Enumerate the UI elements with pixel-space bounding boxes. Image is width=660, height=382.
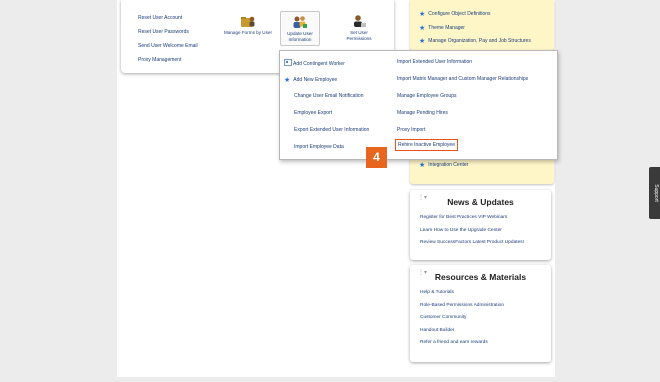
star-icon: ★ xyxy=(419,11,426,18)
configure-object-definitions-link[interactable]: ★ Configure Object Definitions xyxy=(419,10,491,18)
refer-friend-link[interactable]: Refer a friend and earn rewards xyxy=(420,337,551,350)
user-links-list: Reset User Account Reset User Passwords … xyxy=(138,11,198,67)
support-tab[interactable]: Support xyxy=(649,167,660,219)
news-updates-card: ⋮▾ News & Updates Register for Best Prac… xyxy=(410,190,551,260)
proxy-management-link[interactable]: Proxy Management xyxy=(138,53,198,67)
star-icon: ★ xyxy=(419,25,426,32)
update-user-dropdown-menu: Add Contingent Worker ★ Add New Employee … xyxy=(279,50,558,160)
reset-user-passwords-link[interactable]: Reset User Passwords xyxy=(138,25,198,39)
users-update-icon xyxy=(293,16,307,28)
manage-organization-link[interactable]: ★ Manage Organization, Pay and Job Struct… xyxy=(419,37,531,45)
set-user-permissions-label: Set User Permissions xyxy=(346,30,372,41)
set-user-permissions-tile[interactable]: Set User Permissions xyxy=(337,14,381,42)
import-employee-data-item[interactable]: Import Employee Data xyxy=(294,144,344,150)
news-updates-header: ⋮▾ News & Updates xyxy=(410,190,551,212)
contingent-worker-icon xyxy=(284,59,292,66)
rehire-inactive-employee-item[interactable]: Rehire Inactive Employee xyxy=(395,139,458,151)
import-matrix-manager-item[interactable]: Import Matrix Manager and Custom Manager… xyxy=(397,76,528,82)
folder-user-icon xyxy=(241,16,255,27)
resources-materials-card: ⋮▾ Resources & Materials Help & Tutorial… xyxy=(410,265,551,362)
export-extended-user-information-item[interactable]: Export Extended User Information xyxy=(294,127,369,133)
favorites-panel: ★ Configure Object Definitions ★ Theme Man… xyxy=(410,0,554,50)
theme-manager-link[interactable]: ★ Theme Manager xyxy=(419,24,465,32)
integration-center-link[interactable]: ★ Integration Center xyxy=(419,161,468,169)
add-new-employee-item[interactable]: ★ Add New Employee xyxy=(284,76,337,84)
customer-community-link[interactable]: Customer Community xyxy=(420,312,551,325)
send-user-welcome-email-link[interactable]: Send User Welcome Email xyxy=(138,39,198,53)
resources-materials-title: Resources & Materials xyxy=(434,272,527,282)
star-icon: ★ xyxy=(419,162,426,169)
step-number-badge: 4 xyxy=(366,147,387,168)
manage-forms-tile[interactable]: Manage Forms by User xyxy=(223,14,273,36)
manage-pending-hires-item[interactable]: Manage Pending Hires xyxy=(397,110,448,116)
news-links-list: Register for Best Practices VIP Webinars… xyxy=(410,212,551,250)
product-updates-link[interactable]: Review SuccessFactors Latest Product Upd… xyxy=(420,237,551,250)
change-user-email-notification-item[interactable]: Change User Email Notification xyxy=(294,93,363,99)
support-label: Support xyxy=(652,184,659,202)
news-updates-title: News & Updates xyxy=(447,197,514,207)
help-tutorials-link[interactable]: Help & Tutorials xyxy=(420,287,551,300)
upgrade-center-link[interactable]: Learn How to Use the Upgrade Center xyxy=(420,225,551,238)
star-icon: ★ xyxy=(419,38,426,45)
resources-materials-header: ⋮▾ Resources & Materials xyxy=(410,265,551,287)
manage-employee-groups-item[interactable]: Manage Employee Groups xyxy=(397,93,456,99)
proxy-import-item[interactable]: Proxy Import xyxy=(397,127,425,133)
handout-builder-link[interactable]: Handout Builder xyxy=(420,325,551,338)
resources-links-list: Help & Tutorials Role-Based Permissions … xyxy=(410,287,551,350)
add-contingent-worker-item[interactable]: Add Contingent Worker xyxy=(284,59,345,67)
manage-forms-label: Manage Forms by User xyxy=(224,30,272,35)
employee-export-item[interactable]: Employee Export xyxy=(294,110,332,116)
update-user-information-label: Update User Information xyxy=(287,31,313,42)
reset-user-account-link[interactable]: Reset User Account xyxy=(138,11,198,25)
update-user-information-tile[interactable]: Update User Information xyxy=(280,11,320,46)
star-icon: ★ xyxy=(284,77,291,84)
rbp-administration-link[interactable]: Role-Based Permissions Administration xyxy=(420,300,551,313)
register-webinars-link[interactable]: Register for Best Practices VIP Webinars xyxy=(420,212,551,225)
import-extended-user-information-item[interactable]: Import Extended User Information xyxy=(397,59,472,65)
user-permissions-icon xyxy=(354,15,366,27)
